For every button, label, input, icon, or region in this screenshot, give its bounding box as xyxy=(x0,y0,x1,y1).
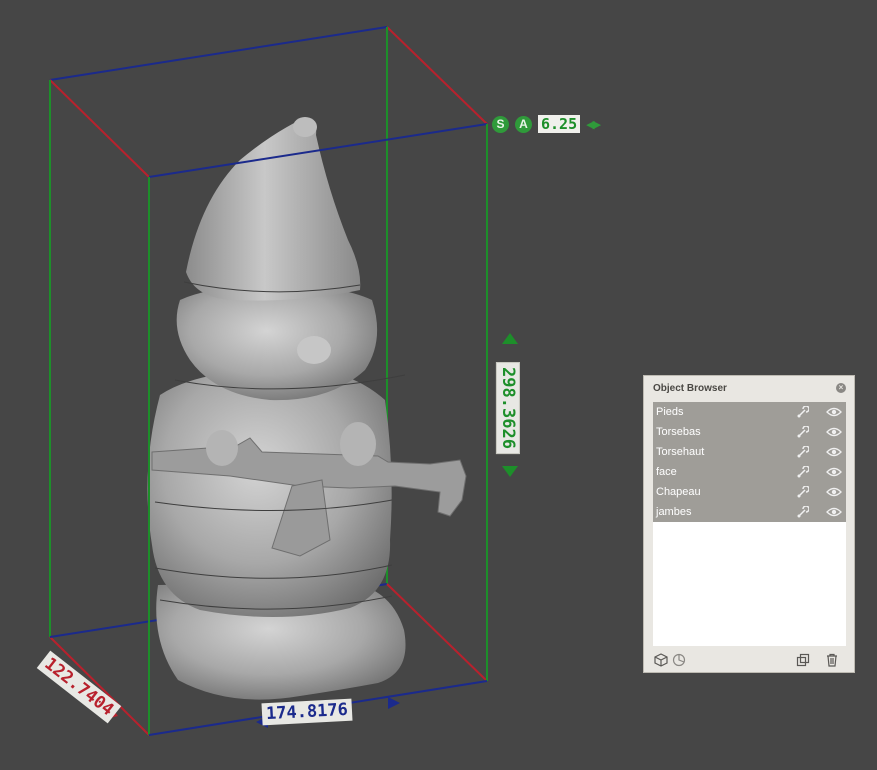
eye-icon[interactable] xyxy=(826,506,842,518)
duplicate-icon[interactable] xyxy=(796,653,810,667)
object-list: Pieds Torsebas Torsehaut face Chapeau ja… xyxy=(653,402,846,646)
close-icon[interactable]: × xyxy=(836,383,846,393)
trash-icon[interactable] xyxy=(825,653,839,667)
object-row-pieds[interactable]: Pieds xyxy=(653,402,846,422)
pick-icon[interactable] xyxy=(796,406,809,419)
eye-icon[interactable] xyxy=(826,426,842,438)
eye-icon[interactable] xyxy=(826,466,842,478)
pick-icon[interactable] xyxy=(796,486,809,499)
object-label: face xyxy=(656,466,677,478)
object-row-torsehaut[interactable]: Torsehaut xyxy=(653,442,846,462)
scale-stepper-arrows[interactable]: ◀▶ xyxy=(586,118,601,131)
pick-icon[interactable] xyxy=(796,446,809,459)
gnome-model[interactable] xyxy=(147,117,467,700)
object-row-torsebas[interactable]: Torsebas xyxy=(653,422,846,442)
texture-icon[interactable] xyxy=(672,653,686,667)
object-label: Torsebas xyxy=(656,426,701,438)
scale-value-field[interactable]: 6.25 xyxy=(538,115,581,133)
width-dimension-label[interactable]: 174.8176 xyxy=(261,698,353,726)
object-label: Torsehaut xyxy=(656,446,705,458)
object-browser-title: Object Browser xyxy=(653,382,727,394)
object-browser-footer xyxy=(644,646,854,672)
cube-icon[interactable] xyxy=(654,653,668,667)
object-browser-header: Object Browser × xyxy=(644,376,854,400)
pick-icon[interactable] xyxy=(796,506,809,519)
height-dimension-label[interactable]: 298.3626 xyxy=(495,362,520,454)
eye-icon[interactable] xyxy=(826,406,842,418)
object-row-jambes[interactable]: jambes xyxy=(653,502,846,522)
scale-control: S A 6.25 ◀▶ xyxy=(492,114,601,134)
eye-icon[interactable] xyxy=(826,446,842,458)
object-label: Chapeau xyxy=(656,486,701,498)
object-row-chapeau[interactable]: Chapeau xyxy=(653,482,846,502)
object-row-face[interactable]: face xyxy=(653,462,846,482)
scale-a-button[interactable]: A xyxy=(515,115,532,133)
eye-icon[interactable] xyxy=(826,486,842,498)
pick-icon[interactable] xyxy=(796,466,809,479)
pick-icon[interactable] xyxy=(796,426,809,439)
object-label: Pieds xyxy=(656,406,684,418)
object-browser-panel: Object Browser × Pieds Torsebas Torsehau… xyxy=(643,375,855,673)
scale-s-button[interactable]: S xyxy=(492,115,509,133)
object-label: jambes xyxy=(656,506,692,518)
